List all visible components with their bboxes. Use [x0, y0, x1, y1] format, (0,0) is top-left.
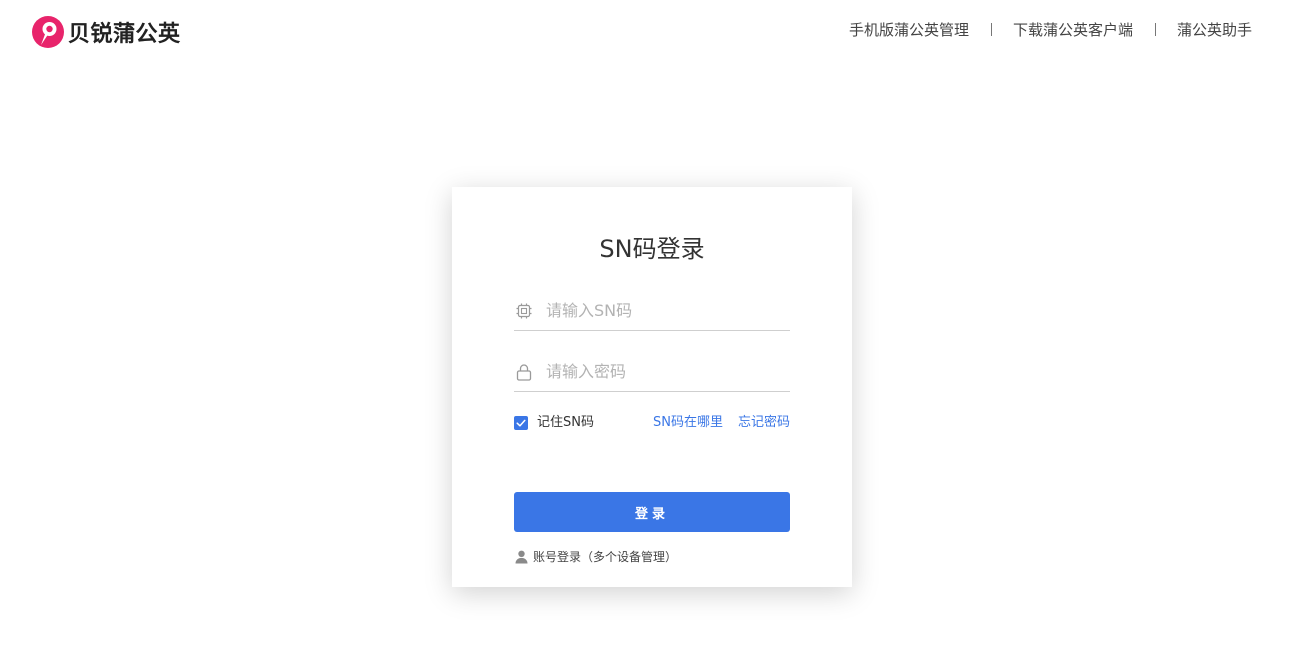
lock-icon — [516, 363, 532, 381]
top-nav: 手机版蒲公英管理 下载蒲公英客户端 蒲公英助手 — [849, 19, 1252, 40]
nav-download-client[interactable]: 下载蒲公英客户端 — [1013, 19, 1133, 40]
login-options: 记住SN码 SN码在哪里 忘记密码 — [514, 414, 790, 432]
sn-field — [514, 291, 790, 331]
sn-input[interactable] — [546, 295, 790, 326]
account-login-link[interactable]: 账号登录（多个设备管理） — [515, 548, 677, 565]
remember-sn-checkbox[interactable] — [514, 416, 528, 430]
checkmark-icon — [516, 419, 526, 427]
brand-logo[interactable]: 贝锐蒲公英 — [32, 15, 181, 49]
nav-divider — [1154, 23, 1156, 36]
remember-sn-label[interactable]: 记住SN码 — [537, 414, 594, 432]
login-card: SN码登录 记住SN码 SN码在哪里 忘记密码 登录 账号登录（多个 — [452, 187, 852, 587]
forgot-password-link[interactable]: 忘记密码 — [738, 414, 790, 432]
nav-mobile-management[interactable]: 手机版蒲公英管理 — [849, 19, 969, 40]
password-field — [514, 352, 790, 392]
chip-icon — [516, 303, 532, 318]
brand-name: 贝锐蒲公英 — [68, 22, 181, 47]
user-icon — [515, 550, 528, 563]
header: 贝锐蒲公英 手机版蒲公英管理 下载蒲公英客户端 蒲公英助手 — [0, 0, 1296, 62]
account-login-label: 账号登录（多个设备管理） — [533, 550, 678, 564]
nav-assistant[interactable]: 蒲公英助手 — [1177, 19, 1252, 40]
login-title: SN码登录 — [599, 235, 705, 263]
dandelion-logo-icon — [32, 16, 64, 48]
where-is-sn-link[interactable]: SN码在哪里 — [653, 414, 723, 432]
nav-divider — [990, 23, 992, 36]
password-input[interactable] — [546, 356, 790, 387]
login-button[interactable]: 登录 — [514, 492, 790, 532]
